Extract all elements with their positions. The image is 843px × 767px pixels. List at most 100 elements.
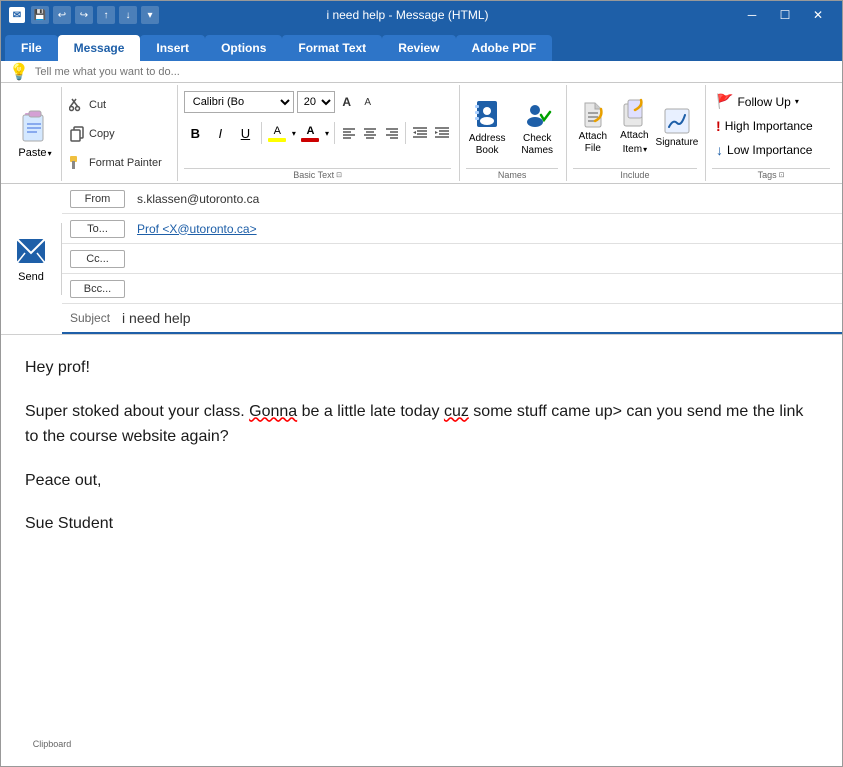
body-line1: Hey prof! [25,355,818,381]
bcc-row: Bcc... [62,274,842,304]
app-icon: ✉ [9,7,25,23]
include-group-label: Include [573,168,697,181]
bcc-input[interactable] [133,278,842,300]
subject-row: Subject [62,304,842,334]
follow-up-label: Follow Up [737,95,790,109]
minimize-button[interactable]: ─ [736,1,768,29]
highlight-dropdown[interactable]: ▾ [291,129,297,138]
follow-up-dropdown-icon[interactable]: ▾ [795,97,799,106]
check-names-button[interactable]: CheckNames [514,93,560,162]
window-controls: ─ ☐ ✕ [736,1,834,29]
from-button[interactable]: From [70,190,125,208]
high-importance-button[interactable]: ! High Importance [712,116,830,136]
tab-options[interactable]: Options [205,35,282,61]
ribbon-tabs: File Message Insert Options Format Text … [1,29,842,61]
format-row: B I U A ▾ A ▾ [184,120,452,146]
cc-button[interactable]: Cc... [70,250,125,268]
font-color-icon: A [306,125,314,137]
tab-message[interactable]: Message [58,35,141,61]
quick-access-redo[interactable]: ↪ [75,6,93,24]
tags-group: 🚩 Follow Up ▾ ! High Importance ↓ Low Im… [708,85,838,181]
window-title: i need help - Message (HTML) [165,8,650,22]
attach-item-label: Attach [620,130,649,142]
high-importance-icon: ! [716,118,721,134]
tab-review[interactable]: Review [382,35,455,61]
separator-1 [261,122,262,144]
close-button[interactable]: ✕ [802,1,834,29]
maximize-button[interactable]: ☐ [769,1,801,29]
cc-row: Cc... [62,244,842,274]
quick-access-more[interactable]: ▾ [141,6,159,24]
align-right-button[interactable] [382,122,402,144]
to-row: To... Prof <X@utoronto.ca> [62,214,842,244]
signature-button[interactable]: Signature [657,102,697,154]
quick-access-undo[interactable]: ↩ [53,6,71,24]
highlight-color-indicator [268,138,286,142]
ribbon-content: Paste ▾ Cut Copy [1,83,842,183]
align-left-button[interactable] [339,122,359,144]
address-book-icon [471,98,503,130]
bcc-button[interactable]: Bcc... [70,280,125,298]
format-painter-button[interactable]: Format Painter [66,153,165,173]
tab-format-text[interactable]: Format Text [282,35,382,61]
cut-icon [69,97,85,113]
align-center-button[interactable] [360,122,380,144]
basic-text-expand-icon[interactable]: ⊡ [336,171,342,179]
to-button[interactable]: To... [70,220,125,238]
increase-font-size-button[interactable]: A [338,93,356,111]
signature-icon [663,107,691,135]
follow-up-flag-icon: 🚩 [716,93,733,110]
decrease-font-size-button[interactable]: A [359,93,377,111]
send-button[interactable]: Send [1,223,62,295]
font-color-button[interactable]: A [299,120,322,146]
tags-content: 🚩 Follow Up ▾ ! High Importance ↓ Low Im… [712,87,830,168]
decrease-indent-button[interactable] [410,122,430,144]
bold-button[interactable]: B [184,120,207,146]
tab-file[interactable]: File [5,35,58,61]
tab-adobe-pdf[interactable]: Adobe PDF [456,35,553,61]
font-color-indicator [301,138,319,142]
highlight-icon: A [274,125,281,137]
body-line2: Super stoked about your class. Gonna be … [25,399,818,450]
subject-input[interactable] [118,306,842,330]
check-names-label: CheckNames [521,133,553,157]
paste-button[interactable]: Paste ▾ [9,87,62,181]
cut-button[interactable]: Cut [66,95,165,115]
underline-button[interactable]: U [234,120,257,146]
format-painter-icon [69,155,85,171]
cut-label: Cut [89,99,106,111]
clipboard-right: Cut Copy Format Painter [62,87,169,181]
follow-up-button[interactable]: 🚩 Follow Up ▾ [712,91,830,112]
tags-expand-icon[interactable]: ⊡ [779,171,785,179]
attach-file-button[interactable]: AttachFile [573,96,613,160]
italic-button[interactable]: I [209,120,232,146]
lightbulb-icon: 💡 [9,62,29,82]
font-size-select[interactable]: 20 [297,91,335,113]
tell-me-input[interactable] [35,66,834,78]
attach-item-dropdown-icon[interactable]: ▾ [643,145,647,154]
attach-file-icon [579,101,607,129]
subject-label: Subject [62,307,118,329]
form-fields: From s.klassen@utoronto.ca To... Prof <X… [62,184,842,334]
quick-access-down[interactable]: ↓ [119,6,137,24]
font-color-dropdown[interactable]: ▾ [324,129,330,138]
names-group-label: Names [466,168,557,181]
to-value: Prof <X@utoronto.ca> [133,218,842,240]
highlight-color-button[interactable]: A [266,120,289,146]
quick-access-save[interactable]: 💾 [31,6,49,24]
low-importance-icon: ↓ [716,142,723,158]
address-book-button[interactable]: AddressBook [464,93,510,162]
low-importance-button[interactable]: ↓ Low Importance [712,140,830,160]
format-painter-label: Format Painter [89,157,162,169]
check-names-icon [521,98,553,130]
email-body[interactable]: Hey prof! Super stoked about your class.… [1,335,842,766]
copy-button[interactable]: Copy [66,124,165,144]
increase-indent-button[interactable] [432,122,452,144]
attach-item-button[interactable]: Attach Item▾ [615,95,655,160]
from-value: s.klassen@utoronto.ca [133,188,842,210]
cc-input[interactable] [133,248,842,270]
attach-file-label: AttachFile [579,131,607,155]
tab-insert[interactable]: Insert [140,35,205,61]
quick-access-up[interactable]: ↑ [97,6,115,24]
font-family-select[interactable]: Calibri (Bo [184,91,294,113]
